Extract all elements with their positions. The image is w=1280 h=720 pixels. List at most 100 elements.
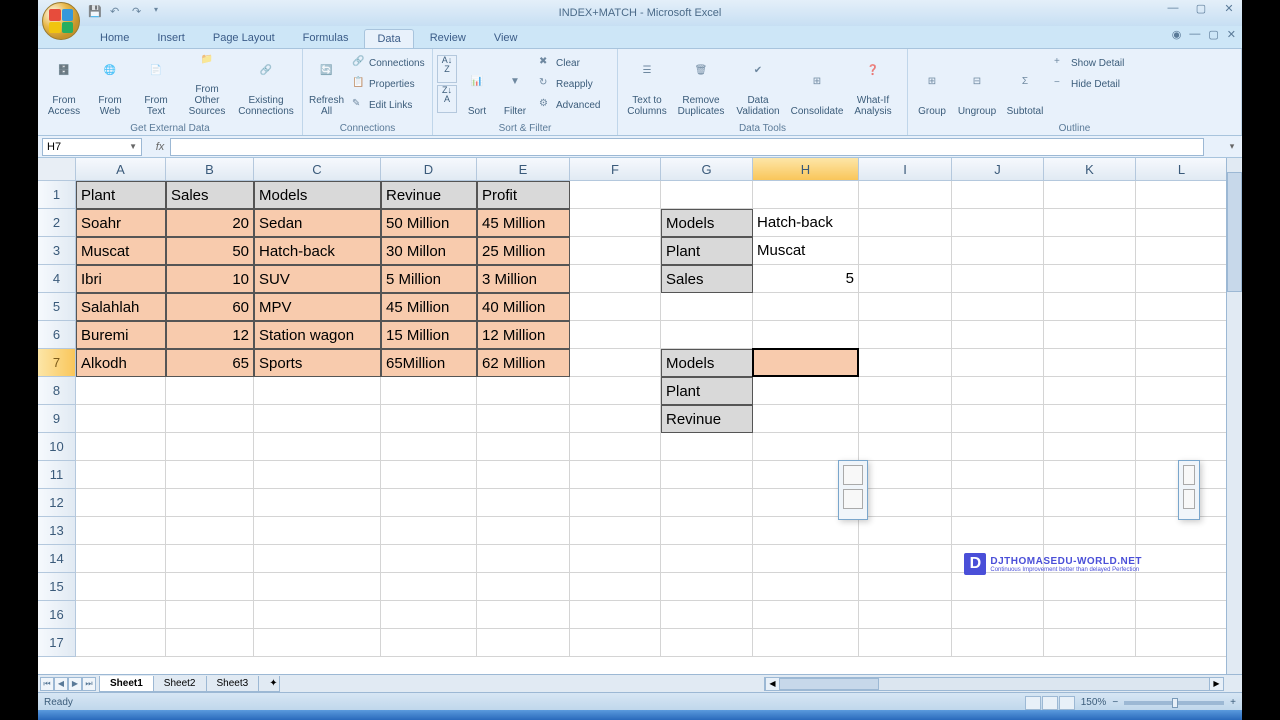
cell-G13[interactable] — [661, 517, 753, 545]
zoom-out-button[interactable]: − — [1112, 697, 1118, 708]
cell-H10[interactable] — [753, 433, 859, 461]
cell-G11[interactable] — [661, 461, 753, 489]
from-web-button[interactable]: 🌐From Web — [88, 51, 132, 119]
cell-I8[interactable] — [859, 377, 952, 405]
cell-D7[interactable]: 65Million — [381, 349, 477, 377]
row-header-16[interactable]: 16 — [38, 601, 76, 629]
cell-E2[interactable]: 45 Million — [477, 209, 570, 237]
column-header-D[interactable]: D — [381, 158, 477, 181]
zoom-slider[interactable] — [1124, 701, 1224, 705]
cell-E7[interactable]: 62 Million — [477, 349, 570, 377]
cell-L14[interactable] — [1136, 545, 1228, 573]
cell-J17[interactable] — [952, 629, 1044, 657]
cell-H13[interactable] — [753, 517, 859, 545]
cell-B9[interactable] — [166, 405, 254, 433]
cell-F11[interactable] — [570, 461, 661, 489]
cell-A9[interactable] — [76, 405, 166, 433]
cell-G9[interactable]: Revinue — [661, 405, 753, 433]
row-header-10[interactable]: 10 — [38, 433, 76, 461]
sheet-tab-sheet3[interactable]: Sheet3 — [206, 676, 260, 692]
sort-desc-button[interactable]: Z↓A — [437, 85, 457, 113]
cell-E6[interactable]: 12 Million — [477, 321, 570, 349]
cell-F12[interactable] — [570, 489, 661, 517]
cell-I5[interactable] — [859, 293, 952, 321]
cell-K13[interactable] — [1044, 517, 1136, 545]
cell-A8[interactable] — [76, 377, 166, 405]
cell-L15[interactable] — [1136, 573, 1228, 601]
cell-I17[interactable] — [859, 629, 952, 657]
cell-J7[interactable] — [952, 349, 1044, 377]
office-button[interactable] — [42, 2, 80, 40]
undo-icon[interactable]: ↶ — [110, 5, 126, 21]
chevron-down-icon[interactable]: ▼ — [129, 142, 137, 151]
cell-K10[interactable] — [1044, 433, 1136, 461]
cell-C14[interactable] — [254, 545, 381, 573]
cell-J8[interactable] — [952, 377, 1044, 405]
sort-button[interactable]: 📊Sort — [459, 51, 495, 119]
filter-button[interactable]: ▼Filter — [497, 51, 533, 119]
sheet-nav-last[interactable]: ⏭ — [82, 677, 96, 691]
page-layout-view-button[interactable] — [1042, 696, 1058, 710]
cell-L16[interactable] — [1136, 601, 1228, 629]
cell-J4[interactable] — [952, 265, 1044, 293]
cell-J5[interactable] — [952, 293, 1044, 321]
cell-H7[interactable] — [753, 349, 859, 377]
cell-A3[interactable]: Muscat — [76, 237, 166, 265]
formula-input[interactable] — [170, 138, 1204, 156]
row-header-12[interactable]: 12 — [38, 489, 76, 517]
cell-J3[interactable] — [952, 237, 1044, 265]
cell-L2[interactable] — [1136, 209, 1228, 237]
cell-K11[interactable] — [1044, 461, 1136, 489]
cell-G5[interactable] — [661, 293, 753, 321]
cell-G3[interactable]: Plant — [661, 237, 753, 265]
cell-B1[interactable]: Sales — [166, 181, 254, 209]
cell-L6[interactable] — [1136, 321, 1228, 349]
cell-I7[interactable] — [859, 349, 952, 377]
cell-C5[interactable]: MPV — [254, 293, 381, 321]
cell-G12[interactable] — [661, 489, 753, 517]
column-header-L[interactable]: L — [1136, 158, 1228, 181]
row-header-13[interactable]: 13 — [38, 517, 76, 545]
group-button[interactable]: ⊞Group — [912, 51, 952, 119]
column-header-K[interactable]: K — [1044, 158, 1136, 181]
edit-links-button[interactable]: ✎Edit Links — [348, 95, 429, 115]
cell-K6[interactable] — [1044, 321, 1136, 349]
cell-I4[interactable] — [859, 265, 952, 293]
cell-H8[interactable] — [753, 377, 859, 405]
cell-F13[interactable] — [570, 517, 661, 545]
cell-D16[interactable] — [381, 601, 477, 629]
advanced-button[interactable]: ⚙Advanced — [535, 95, 604, 115]
cell-G14[interactable] — [661, 545, 753, 573]
cell-H2[interactable]: Hatch-back — [753, 209, 859, 237]
cell-B3[interactable]: 50 — [166, 237, 254, 265]
column-header-H[interactable]: H — [753, 158, 859, 181]
cell-I14[interactable] — [859, 545, 952, 573]
column-header-A[interactable]: A — [76, 158, 166, 181]
cell-K8[interactable] — [1044, 377, 1136, 405]
cell-F9[interactable] — [570, 405, 661, 433]
cell-L3[interactable] — [1136, 237, 1228, 265]
row-header-5[interactable]: 5 — [38, 293, 76, 321]
cell-C10[interactable] — [254, 433, 381, 461]
cell-J15[interactable] — [952, 573, 1044, 601]
row-header-15[interactable]: 15 — [38, 573, 76, 601]
cell-E4[interactable]: 3 Million — [477, 265, 570, 293]
cell-J12[interactable] — [952, 489, 1044, 517]
cell-B2[interactable]: 20 — [166, 209, 254, 237]
sort-asc-button[interactable]: A↓Z — [437, 55, 457, 83]
cell-C4[interactable]: SUV — [254, 265, 381, 293]
cell-A15[interactable] — [76, 573, 166, 601]
cell-B11[interactable] — [166, 461, 254, 489]
cell-F3[interactable] — [570, 237, 661, 265]
tab-view[interactable]: View — [482, 29, 530, 48]
row-header-6[interactable]: 6 — [38, 321, 76, 349]
cell-B14[interactable] — [166, 545, 254, 573]
properties-button[interactable]: 📋Properties — [348, 74, 429, 94]
from-access-button[interactable]: 🗄️From Access — [42, 51, 86, 119]
from-other-sources-button[interactable]: 📁From Other Sources — [180, 51, 234, 119]
cell-F6[interactable] — [570, 321, 661, 349]
cell-I16[interactable] — [859, 601, 952, 629]
cell-D8[interactable] — [381, 377, 477, 405]
cell-F15[interactable] — [570, 573, 661, 601]
cell-E17[interactable] — [477, 629, 570, 657]
